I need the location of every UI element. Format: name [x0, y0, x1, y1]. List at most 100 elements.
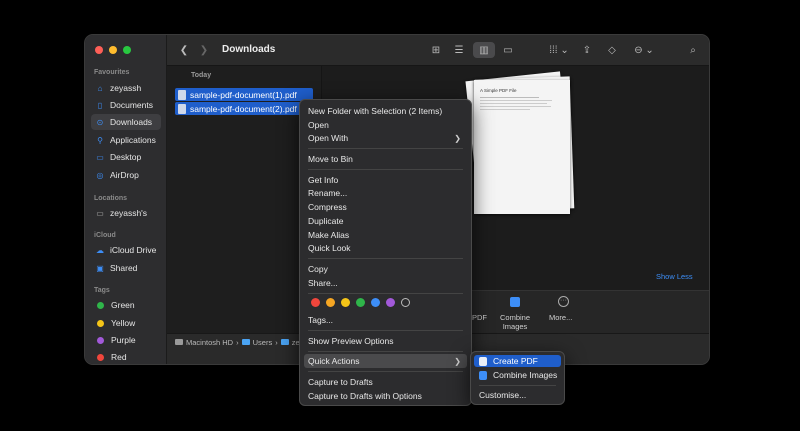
tag-color-yellow-button[interactable] — [341, 298, 350, 307]
combine-images-icon[interactable] — [510, 297, 520, 307]
menu-item-get-info[interactable]: Get Info — [304, 173, 467, 187]
share-button[interactable]: ⇪ — [579, 42, 595, 58]
folder-icon — [280, 339, 289, 345]
menu-item-copy[interactable]: Copy — [304, 262, 467, 276]
tag-color-red-button[interactable] — [311, 298, 320, 307]
sidebar-item-label: AirDrop — [110, 170, 139, 180]
chevron-left-icon: ❮ — [179, 44, 189, 56]
sidebar-item-label: Purple — [111, 335, 136, 345]
menu-item-compress[interactable]: Compress — [304, 200, 467, 214]
document-icon: ▯ — [97, 100, 103, 110]
gallery-view-button[interactable]: ▭ — [499, 42, 517, 58]
toolbar: ❮ ❯ Downloads ⊞ ☰ ▥ ▭ ⁞⁞⁞ ⌄ ⇪ ◇ ⊖ ⌄ ⌕ — [167, 35, 709, 66]
pdf-file-icon — [178, 103, 186, 114]
path-separator-icon: › — [275, 337, 278, 347]
locations-header: Locations — [94, 195, 128, 202]
path-item[interactable]: Users — [253, 338, 273, 347]
quick-action-pdf-label[interactable]: PDF — [472, 313, 487, 322]
sidebar-item-airdrop[interactable]: ◎ AirDrop — [91, 167, 161, 183]
column-view-button[interactable]: ▥ — [473, 42, 495, 58]
disk-icon — [175, 339, 183, 345]
sidebar-item-documents[interactable]: ▯ Documents — [91, 97, 161, 113]
menu-item-make-alias[interactable]: Make Alias — [304, 228, 467, 242]
quick-action-more-label[interactable]: More... — [549, 313, 572, 322]
menu-separator — [308, 258, 463, 259]
tag-color-grey-button[interactable] — [401, 298, 410, 307]
file-name: sample-pdf-document(1).pdf — [190, 89, 297, 100]
path-item[interactable]: Macintosh HD — [186, 338, 233, 347]
menu-item-share[interactable]: Share... — [304, 276, 467, 290]
icon-view-button[interactable]: ⊞ — [427, 42, 445, 58]
tag-button[interactable]: ◇ — [604, 42, 620, 58]
chevron-right-icon: ❯ — [199, 44, 209, 56]
group-grid-icon: ⁞⁞⁞ ⌄ — [549, 44, 569, 56]
tag-color-purple-button[interactable] — [386, 298, 395, 307]
menu-item-move-to-bin[interactable]: Move to Bin — [304, 152, 467, 166]
desktop-icon: ▭ — [96, 152, 104, 162]
file-row[interactable]: sample-pdf-document(1).pdf — [175, 88, 313, 101]
quick-action-combine-label[interactable]: Combine Images — [496, 313, 534, 331]
zoom-window-button[interactable] — [123, 46, 131, 54]
list-view-button[interactable]: ☰ — [450, 42, 468, 58]
home-icon: ⌂ — [97, 83, 103, 93]
tag-color-blue-button[interactable] — [371, 298, 380, 307]
sidebar-item-tag-purple[interactable]: Purple — [91, 332, 161, 348]
sidebar-item-desktop[interactable]: ▭ Desktop — [91, 149, 161, 165]
search-button[interactable]: ⌕ — [685, 42, 701, 58]
sidebar-item-tag-yellow[interactable]: Yellow — [91, 315, 161, 331]
search-icon: ⌕ — [690, 44, 696, 56]
sidebar-item-computer[interactable]: ▭ zeyassh's — [91, 205, 161, 221]
grid-icon: ⊞ — [431, 44, 441, 56]
menu-separator — [308, 169, 463, 170]
sidebar-item-applications[interactable]: ⚲ Applications — [91, 132, 161, 148]
show-less-link[interactable]: Show Less — [656, 272, 693, 281]
menu-item-rename[interactable]: Rename... — [304, 186, 467, 200]
menu-item-tags[interactable]: Tags... — [304, 313, 467, 327]
pdf-file-icon — [479, 356, 487, 366]
menu-item-capture-to-drafts-with-options[interactable]: Capture to Drafts with Options — [304, 389, 467, 403]
path-separator-icon: › — [236, 337, 239, 347]
preview-page: A Simple PDF File — [474, 80, 570, 214]
sidebar-item-tag-green[interactable]: Green — [91, 297, 161, 313]
sidebar-item-shared[interactable]: ▣ Shared — [91, 260, 161, 276]
submenu-item-customise[interactable]: Customise... — [474, 389, 561, 401]
submenu-item-create-pdf[interactable]: Create PDF — [474, 355, 561, 367]
menu-item-quick-actions[interactable]: Quick Actions ❯ — [304, 354, 467, 368]
forward-button[interactable]: ❯ — [197, 42, 211, 58]
sidebar-item-home[interactable]: ⌂ zeyassh — [91, 80, 161, 96]
menu-item-capture-to-drafts[interactable]: Capture to Drafts — [304, 375, 467, 389]
submenu-item-combine-images[interactable]: Combine Images — [474, 369, 561, 381]
preview-doc-title: A Simple PDF File — [480, 88, 517, 93]
tag-color-orange-button[interactable] — [326, 298, 335, 307]
group-button[interactable]: ⁞⁞⁞ ⌄ — [545, 42, 573, 58]
menu-item-show-preview-options[interactable]: Show Preview Options — [304, 334, 467, 348]
chevron-right-icon: ❯ — [454, 356, 461, 366]
tag-dot-icon — [97, 319, 104, 327]
tag-color-green-button[interactable] — [356, 298, 365, 307]
quick-actions-submenu: Create PDF Combine Images Customise... — [470, 351, 565, 405]
action-button[interactable]: ⊖ ⌄ — [630, 42, 658, 58]
sidebar-item-label: Applications — [110, 135, 156, 145]
close-window-button[interactable] — [95, 46, 103, 54]
share-icon: ⇪ — [582, 44, 592, 56]
ellipsis-circle-icon: ⊖ ⌄ — [634, 44, 654, 56]
menu-item-quick-look[interactable]: Quick Look — [304, 241, 467, 255]
menu-item-open-with[interactable]: Open With ❯ — [304, 131, 467, 145]
sidebar-item-label: zeyassh — [110, 83, 142, 93]
context-menu: New Folder with Selection (2 Items) Open… — [299, 99, 472, 406]
menu-item-new-folder-with-selection[interactable]: New Folder with Selection (2 Items) — [304, 104, 467, 118]
group-header-today: Today — [191, 72, 212, 79]
minimize-window-button[interactable] — [109, 46, 117, 54]
tag-dot-icon — [97, 301, 104, 309]
chevron-right-icon: ❯ — [454, 133, 461, 143]
file-row[interactable]: sample-pdf-document(2).pdf — [175, 102, 313, 115]
window-controls — [95, 46, 131, 54]
menu-item-duplicate[interactable]: Duplicate — [304, 214, 467, 228]
menu-item-open[interactable]: Open — [304, 118, 467, 132]
sidebar-item-downloads[interactable]: ⊙ Downloads — [91, 114, 161, 130]
sidebar-item-icloud-drive[interactable]: ☁ iCloud Drive — [91, 242, 161, 258]
gallery-icon: ▭ — [503, 44, 513, 56]
more-icon[interactable]: ··· — [558, 296, 569, 307]
back-button[interactable]: ❮ — [177, 42, 191, 58]
sidebar-item-tag-red[interactable]: Red — [91, 349, 161, 364]
